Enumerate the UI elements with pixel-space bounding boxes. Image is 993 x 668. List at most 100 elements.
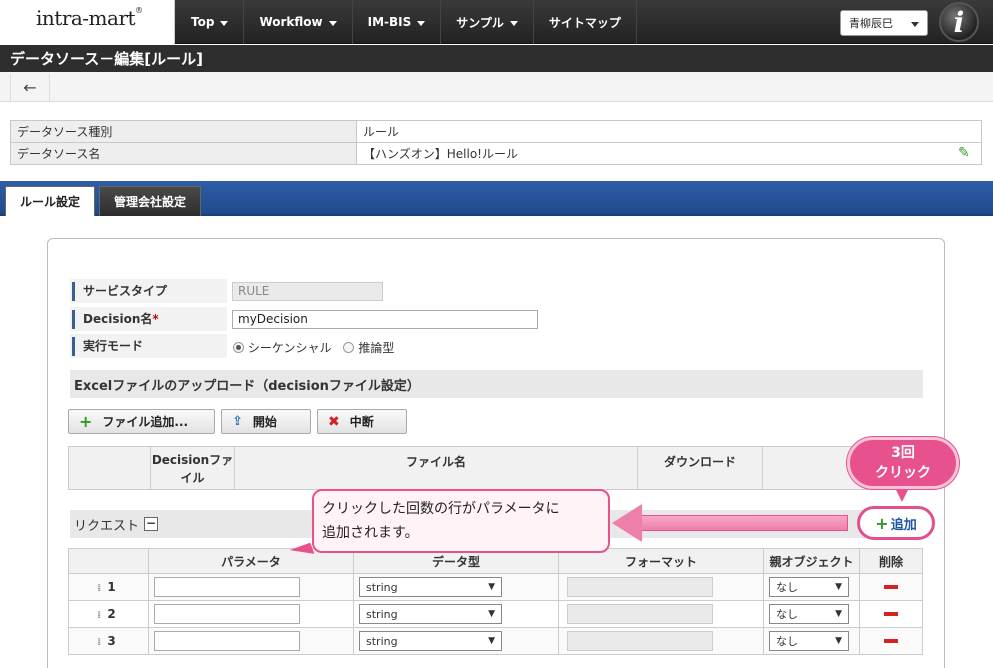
decision-name-input[interactable]: myDecision	[232, 310, 538, 329]
parameter-input[interactable]	[154, 631, 300, 651]
datatype-select[interactable]: string ▼	[359, 604, 502, 624]
drag-handle-icon[interactable]: ⁞⁞	[97, 610, 102, 621]
callout-arrow-head-icon	[612, 504, 642, 542]
callout-click: クリック	[875, 465, 931, 481]
datasource-name-value: 【ハンズオン】Hello!ルール	[363, 147, 518, 161]
callout-count: 3回	[891, 445, 915, 461]
tab-bar: ルール設定 管理会社設定	[0, 181, 993, 216]
bubble-tail	[895, 488, 909, 502]
dropdown-arrow-icon: ▼	[488, 636, 495, 646]
nav-sample-label: サンプル	[456, 15, 504, 30]
collapse-icon[interactable]: −	[144, 517, 159, 531]
toolbar: ←	[0, 72, 993, 102]
add-parameter-button[interactable]: + 追加	[857, 506, 935, 540]
upload-buttons: + ファイル追加... ⇪ 開始 ✖ 中断	[68, 409, 407, 434]
info-logo-icon: i	[939, 2, 979, 42]
execution-mode-label: 実行モード	[72, 337, 143, 356]
datasource-type-value: ルール	[356, 120, 982, 143]
nav-im-bis[interactable]: IM-BIS	[353, 0, 442, 44]
table-row: ⁞⁞ 2 string ▼ なし ▼	[68, 600, 923, 628]
user-menu-button[interactable]: 青柳辰巳	[840, 10, 928, 36]
service-type-field: RULE	[232, 282, 383, 301]
intra-mart-logo[interactable]: intra-mart®	[0, 0, 175, 44]
upload-file-table: Decisionファイル ファイル名 ダウンロード 削	[68, 446, 923, 490]
avatar[interactable]: i	[935, 0, 983, 44]
edit-pencil-icon[interactable]: ✎	[958, 145, 970, 161]
radio-unselected-icon	[343, 342, 355, 353]
table-row: ⁞⁞ 3 string ▼ なし ▼	[68, 627, 923, 655]
dropdown-arrow-icon: ▼	[488, 609, 495, 619]
click-count-callout: 3回 クリック	[847, 437, 959, 489]
request-param-table: パラメータ データ型 フォーマット 親オブジェクト 削除 ⁞⁞ 1 string ▼…	[68, 548, 923, 655]
delete-row-icon[interactable]	[884, 585, 898, 589]
drag-handle-icon[interactable]: ⁞⁞	[97, 637, 102, 648]
stop-upload-button[interactable]: ✖ 中断	[317, 409, 407, 434]
parent-object-select[interactable]: なし ▼	[769, 631, 849, 651]
param-col-blank	[68, 548, 149, 574]
nav-top[interactable]: Top	[176, 0, 245, 44]
mode-sequential[interactable]: シーケンシャル	[233, 339, 331, 356]
service-type-row: サービスタイプ RULE	[70, 279, 923, 304]
delete-row-icon[interactable]	[884, 639, 898, 643]
start-upload-button[interactable]: ⇪ 開始	[221, 409, 311, 434]
nav-workflow[interactable]: Workflow	[244, 0, 353, 44]
plus-icon: +	[875, 513, 889, 533]
chevron-down-icon	[417, 20, 426, 26]
global-header: intra-mart® Top Workflow IM-BIS サンプル サイト…	[0, 0, 993, 44]
row-number: 2	[107, 607, 116, 621]
logo-text: intra-mart	[36, 6, 136, 30]
arrow-left-icon: ←	[23, 78, 37, 97]
file-col-download: ダウンロード	[637, 446, 763, 490]
nav-sitemap[interactable]: サイトマップ	[534, 0, 637, 44]
request-title: リクエスト	[74, 518, 140, 534]
parent-object-select[interactable]: なし ▼	[769, 577, 849, 597]
delete-row-icon[interactable]	[884, 612, 898, 616]
dropdown-arrow-icon: ▼	[835, 582, 842, 592]
add-file-button[interactable]: + ファイル追加...	[68, 409, 215, 434]
datatype-select[interactable]: string ▼	[359, 631, 502, 651]
tab-company-settings[interactable]: 管理会社設定	[99, 186, 202, 216]
radio-selected-icon	[233, 342, 244, 353]
service-type-label: サービスタイプ	[72, 282, 167, 301]
file-col-blank	[68, 446, 151, 490]
nav-workflow-label: Workflow	[259, 15, 323, 29]
row-number: 1	[107, 580, 116, 594]
file-col-decision: Decisionファイル	[150, 446, 235, 490]
upload-section-title: Excelファイルのアップロード（decisionファイル設定）	[70, 370, 923, 398]
note-line-1: クリックした回数の行がパラメータに	[322, 501, 560, 517]
nav-sitemap-label: サイトマップ	[548, 15, 621, 30]
datasource-name-label: データソース名	[10, 142, 357, 165]
dropdown-arrow-icon: ▼	[835, 609, 842, 619]
table-row: ⁞⁞ 1 string ▼ なし ▼	[68, 573, 923, 601]
parameter-input[interactable]	[154, 577, 300, 597]
global-nav: Top Workflow IM-BIS サンプル サイトマップ	[176, 0, 637, 44]
required-mark: *	[152, 312, 159, 326]
nav-top-label: Top	[191, 15, 215, 29]
dropdown-arrow-icon: ▼	[835, 636, 842, 646]
format-field	[567, 604, 713, 624]
dropdown-arrow-icon: ▼	[488, 582, 495, 592]
mode-inference[interactable]: 推論型	[343, 339, 394, 356]
drag-handle-icon[interactable]: ⁞⁞	[97, 583, 102, 594]
datasource-type-label: データソース種別	[10, 120, 357, 143]
parent-object-select[interactable]: なし ▼	[769, 604, 849, 624]
format-field	[567, 631, 713, 651]
user-name: 青柳辰巳	[849, 17, 893, 30]
chevron-down-icon	[220, 20, 229, 26]
note-line-2: 追加されます。	[322, 525, 419, 541]
upload-icon: ⇪	[232, 414, 243, 429]
decision-name-label: Decision名*	[72, 310, 159, 329]
explanation-note: クリックした回数の行がパラメータに 追加されます。	[312, 489, 610, 553]
datatype-select[interactable]: string ▼	[359, 577, 502, 597]
page-title: データソース－編集[ルール]	[0, 45, 993, 72]
chevron-down-icon	[328, 20, 337, 26]
callout-arrow-shaft	[640, 515, 848, 531]
file-col-filename: ファイル名	[234, 446, 638, 490]
row-number: 3	[107, 634, 116, 648]
nav-sample[interactable]: サンプル	[441, 0, 534, 44]
chevron-down-icon	[509, 20, 518, 26]
parameter-input[interactable]	[154, 604, 300, 624]
back-button[interactable]: ←	[10, 74, 50, 101]
datasource-info-table: データソース種別 ルール データソース名 【ハンズオン】Hello!ルール	[10, 120, 982, 165]
tab-rule-settings[interactable]: ルール設定	[5, 186, 96, 216]
